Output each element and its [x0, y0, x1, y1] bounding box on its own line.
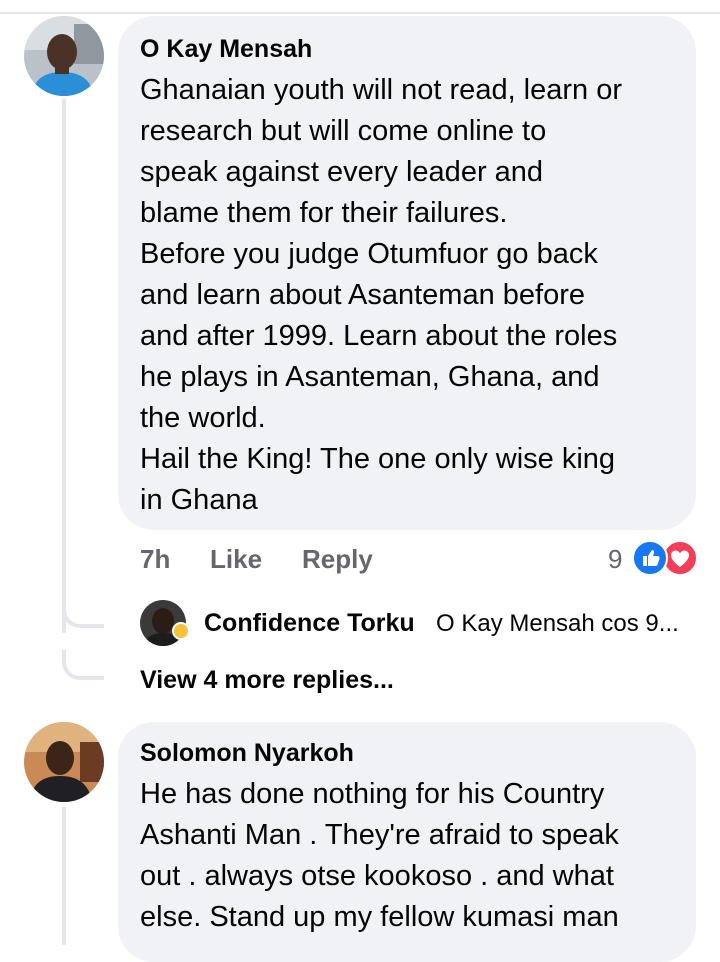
comment-text: Ghanaian youth will not read, learn or r… — [140, 74, 623, 516]
thread-connector — [62, 600, 104, 628]
comment-author[interactable]: Solomon Nyarkoh — [140, 738, 676, 768]
thread-connector — [62, 650, 104, 680]
comment-actions: 7h Like Reply — [140, 544, 440, 576]
comment-author[interactable]: O Kay Mensah — [140, 34, 676, 64]
reply-button[interactable]: Reply — [302, 544, 373, 575]
comment-time[interactable]: 7h — [140, 544, 170, 575]
avatar[interactable] — [24, 722, 104, 802]
reply-snippet: O Kay Mensah cos 9... — [436, 610, 679, 637]
like-button[interactable]: Like — [210, 544, 262, 575]
view-more-replies[interactable]: View 4 more replies... — [140, 666, 394, 695]
emoji-badge-icon — [172, 622, 190, 640]
avatar[interactable] — [24, 16, 104, 96]
reaction-count: 9 — [608, 544, 623, 574]
like-icon — [632, 540, 668, 576]
avatar-image — [24, 722, 104, 802]
comment-bubble: Solomon Nyarkoh He has done nothing for … — [118, 722, 696, 962]
thread-line — [62, 98, 66, 633]
thread-line — [62, 806, 66, 945]
comment-text: He has done nothing for his Country Asha… — [140, 778, 619, 933]
top-divider — [0, 12, 720, 14]
reply-author[interactable]: Confidence Torku — [204, 609, 415, 638]
avatar-image — [24, 16, 104, 96]
comment-bubble: O Kay Mensah Ghanaian youth will not rea… — [118, 16, 696, 530]
